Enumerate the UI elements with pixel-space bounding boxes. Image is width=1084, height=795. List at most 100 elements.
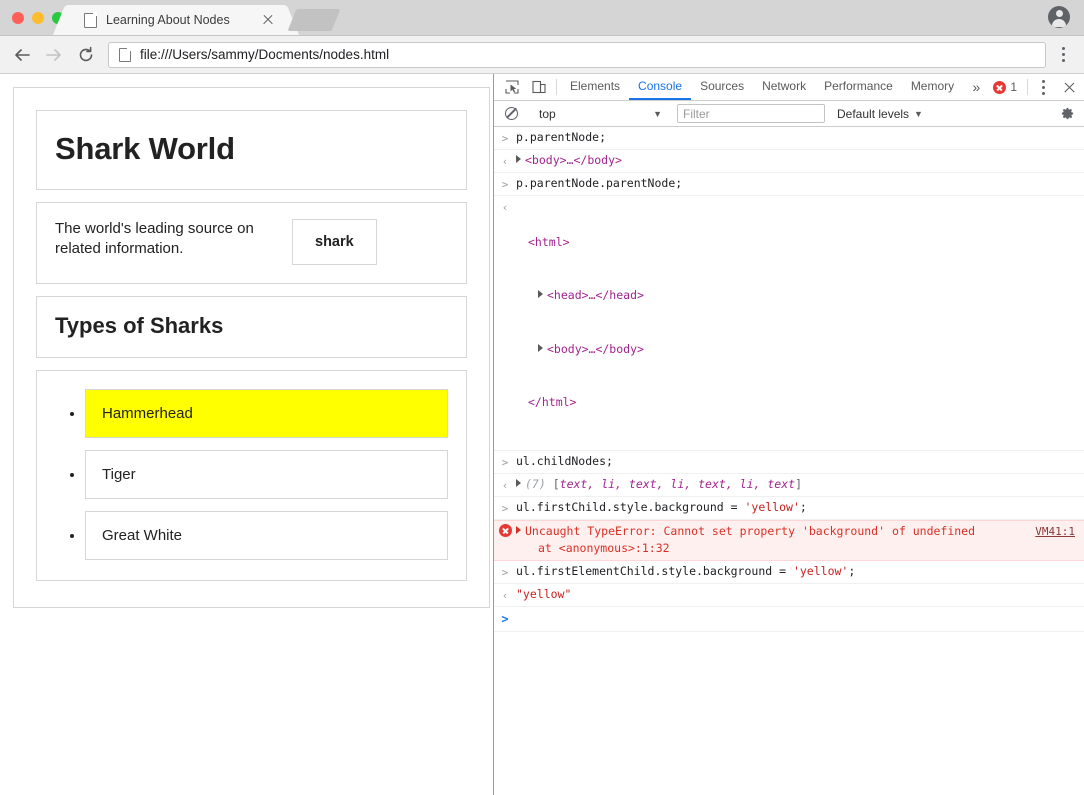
tag-open: <body> [525,153,567,168]
prompt-out-icon: ‹ [501,589,509,603]
list-item: Great White [85,511,448,560]
console-row-input[interactable]: > ul.firstElementChild.style.background … [494,561,1084,585]
page-heading-box: Shark World [36,110,467,190]
filter-input[interactable] [677,104,825,123]
chevron-double-right-icon[interactable]: » [966,74,988,100]
tab-title: Learning About Nodes [106,13,230,27]
page-subheading-box: Types of Sharks [36,296,467,358]
expression-string: 'yellow' [744,499,800,514]
inspect-element-icon[interactable] [498,74,525,100]
expand-triangle-icon[interactable] [538,290,543,299]
shark-list: Hammerhead Tiger Great White [55,389,448,560]
close-devtools-icon[interactable] [1054,74,1084,100]
prompt-in-icon: > [501,501,509,515]
console-row-input[interactable]: > p.parentNode; [494,127,1084,151]
array-bracket-close: ] [795,476,802,491]
gear-icon[interactable] [1060,106,1075,121]
console-expression: ul.firstChild.style.background = 'yellow… [516,499,1084,517]
head-tag: <head>…</head> [547,288,644,303]
array-length: (7) [525,476,546,491]
tag-close: </body> [573,153,622,168]
page-body-container: Shark World The world's leading source o… [13,87,490,608]
page-paragraph: The world's leading source on related in… [55,220,254,258]
console-expression: p.parentNode.parentNode; [516,176,683,191]
status-badge[interactable]: 1 [987,74,1023,100]
console-row-error[interactable]: Uncaught TypeError: Cannot set property … [494,519,1084,562]
page-viewport: Shark World The world's leading source o… [0,74,494,795]
error-icon [494,523,516,537]
console-context-value: top [539,106,556,121]
prompt-out-icon: ‹ [501,201,509,215]
new-tab-button[interactable] [287,9,341,31]
console-expression: ul.childNodes; [516,453,613,468]
browser-tab[interactable]: Learning About Nodes [68,5,284,35]
devtools-tab-bar: Elements Console Sources Network Perform… [494,74,1084,101]
error-count: 1 [1010,80,1017,94]
error-stack-frame: at <anonymous>:1:32 [538,541,670,556]
expand-triangle-icon[interactable] [538,343,543,352]
device-toolbar-icon[interactable] [525,74,552,100]
chevron-down-icon: ▼ [653,108,662,119]
log-levels-select[interactable]: Default levels ▼ [837,107,923,121]
browser-menu-icon[interactable] [1052,42,1074,68]
browser-toolbar: file:///Users/sammy/Docments/nodes.html [0,36,1084,74]
console-context-select[interactable]: top ▼ [533,104,668,124]
prompt-in-icon: > [501,132,509,145]
prompt-in-icon: > [501,566,509,580]
console-log[interactable]: > p.parentNode; ‹ <body>…</body> > p.par… [494,127,1084,795]
tab-memory[interactable]: Memory [902,74,963,100]
tab-network[interactable]: Network [753,74,815,100]
chevron-down-icon: ▼ [914,108,923,119]
expand-triangle-icon[interactable] [516,525,521,534]
expression-semicolon: ; [848,564,856,579]
prompt-out-icon: ‹ [501,155,509,169]
browser-window: Learning About Nodes file:///Users/sammy… [0,0,1084,795]
console-row-output[interactable]: ‹ <body>…</body> [494,150,1084,174]
console-row-output[interactable]: ‹ (7) [text, li, text, li, text, li, tex… [494,474,1084,497]
body-tag: <body>…</body> [547,341,644,356]
tab-sources[interactable]: Sources [691,74,753,100]
html-open-tag: <html> [528,234,570,249]
address-bar[interactable]: file:///Users/sammy/Docments/nodes.html [108,41,1046,68]
error-source-link[interactable]: VM41:1 [1035,523,1084,540]
back-arrow-icon[interactable] [6,40,38,70]
expression-string: 'yellow' [792,564,849,579]
console-result-string: "yellow" [516,587,572,602]
console-result-array: (7) [text, li, text, li, text, li, text] [516,476,1084,494]
html-close-tag: </html> [528,395,577,410]
tab-console[interactable]: Console [629,74,692,100]
devtools-panel: Elements Console Sources Network Perform… [494,74,1084,795]
list-item: Hammerhead [85,389,448,438]
error-icon [993,80,1007,94]
console-row-input[interactable]: > ul.firstChild.style.background = 'yell… [494,497,1084,520]
content-split: Shark World The world's leading source o… [0,74,1084,795]
expand-triangle-icon[interactable] [516,478,521,487]
document-icon [119,47,132,62]
array-bracket-open: [ [552,476,560,491]
expand-triangle-icon[interactable] [516,155,521,164]
console-row-output[interactable]: ‹ "yellow" [494,584,1084,608]
console-row-input[interactable]: > ul.childNodes; [494,451,1084,474]
console-result-tree: <html> <head>…</head> <body>…</body> </h… [516,198,1084,447]
account-icon[interactable] [1048,6,1070,28]
list-item: Tiger [85,450,448,499]
minimize-window-button[interactable] [32,12,44,24]
clear-console-icon[interactable] [498,107,524,120]
expression-code: ul.firstChild.style.background = [516,499,745,514]
reload-icon[interactable] [70,40,102,70]
console-error-message: Uncaught TypeError: Cannot set property … [516,523,1035,559]
devtools-menu-icon[interactable] [1032,74,1054,100]
close-window-button[interactable] [12,12,24,24]
array-items: text, li, text, li, text, li, text [559,476,796,491]
tab-strip: Learning About Nodes [0,0,1084,36]
tab-elements[interactable]: Elements [561,74,629,100]
prompt-in-icon: > [501,178,509,192]
address-bar-url: file:///Users/sammy/Docments/nodes.html [140,47,390,62]
tab-performance[interactable]: Performance [815,74,902,100]
console-input-prompt[interactable]: > [494,607,1084,632]
close-icon[interactable] [260,12,276,28]
page-title: Shark World [55,131,235,166]
forward-arrow-icon [38,40,70,70]
console-row-output[interactable]: ‹ <html> <head>…</head> <body>…</body> <… [494,196,1084,451]
console-row-input[interactable]: > p.parentNode.parentNode; [494,173,1084,197]
